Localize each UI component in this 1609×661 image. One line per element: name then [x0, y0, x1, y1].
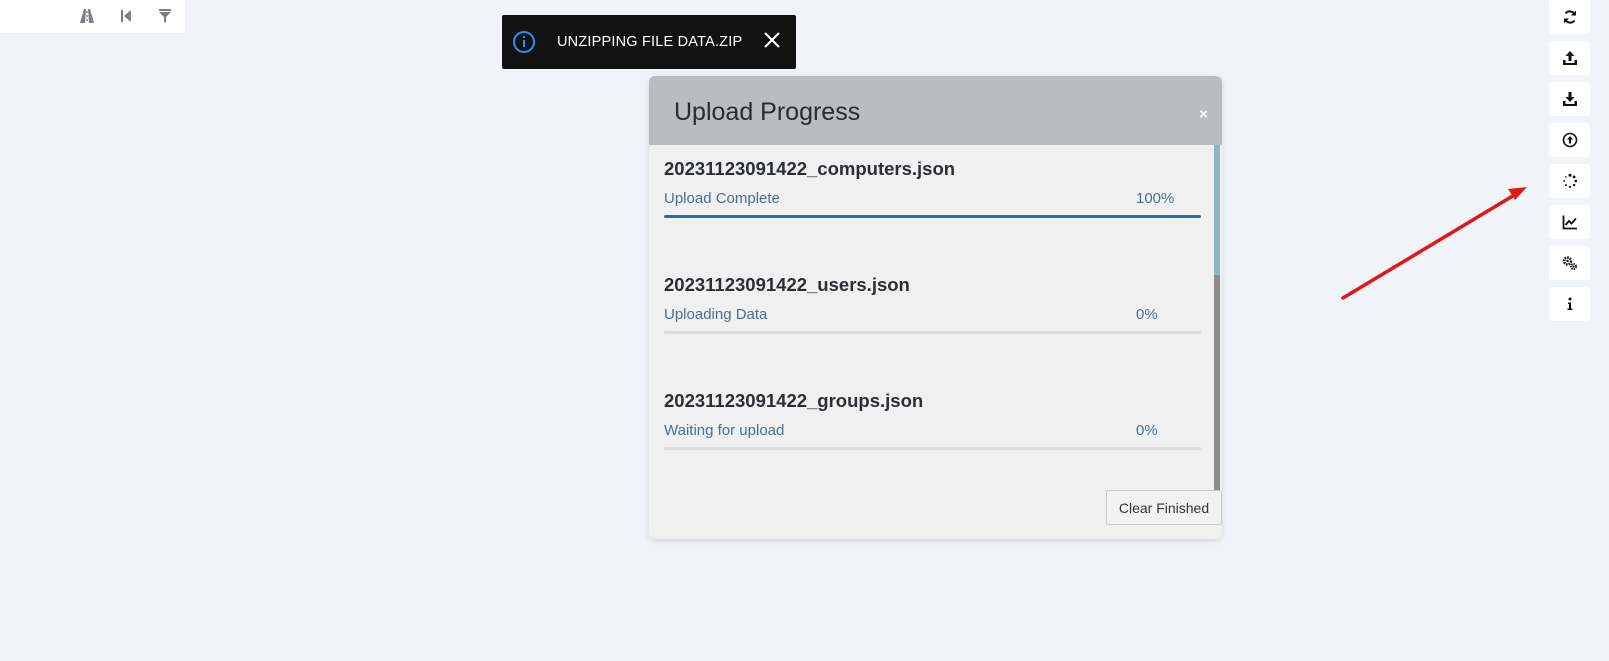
- chart-button[interactable]: [1549, 205, 1590, 239]
- upload-status: Upload Complete: [664, 190, 780, 207]
- progress-bar: [664, 447, 1201, 450]
- close-icon[interactable]: [762, 30, 782, 50]
- upload-percent: 100%: [1136, 190, 1175, 207]
- upload-percent: 0%: [1136, 306, 1158, 323]
- scrollbar-track-highlight: [1214, 145, 1220, 275]
- toast-message: UNZIPPING FILE DATA.ZIP: [557, 34, 743, 50]
- spinner-icon: [1562, 173, 1577, 188]
- info-letter-icon: [1567, 297, 1572, 310]
- scrollbar-thumb[interactable]: [1214, 275, 1220, 493]
- refresh-button[interactable]: [1549, 0, 1590, 34]
- upload-circle-button[interactable]: [1549, 123, 1590, 157]
- upload-icon: [1562, 51, 1577, 65]
- upload-list[interactable]: 20231123091422_computers.json Upload Com…: [649, 145, 1222, 493]
- filter-icon[interactable]: [155, 6, 175, 26]
- settings-gears-icon: [1562, 256, 1577, 271]
- notification-toast: UNZIPPING FILE DATA.ZIP: [502, 15, 796, 69]
- line-chart-icon: [1562, 215, 1577, 230]
- scrollbar[interactable]: [1214, 145, 1220, 493]
- upload-file-name: 20231123091422_users.json: [664, 274, 910, 295]
- upload-file-name: 20231123091422_computers.json: [664, 158, 956, 179]
- progress-bar: [664, 331, 1201, 334]
- upload-percent: 0%: [1136, 422, 1158, 439]
- upload-progress-dialog: Upload Progress × 20231123091422_compute…: [649, 76, 1222, 539]
- refresh-icon: [1563, 10, 1576, 24]
- progress-bar: [664, 215, 1201, 218]
- upload-status: Uploading Data: [664, 306, 768, 323]
- skip-back-icon[interactable]: [116, 6, 136, 26]
- loading-button[interactable]: [1549, 164, 1590, 198]
- circle-arrow-up-icon: [1562, 132, 1577, 148]
- progress-bar-fill: [664, 215, 1201, 218]
- download-icon: [1562, 92, 1577, 106]
- dialog-title: Upload Progress: [674, 98, 861, 126]
- clear-finished-button[interactable]: Clear Finished: [1106, 490, 1222, 525]
- info-button[interactable]: [1549, 287, 1590, 321]
- dialog-header: Upload Progress ×: [649, 76, 1222, 145]
- upload-status: Waiting for upload: [664, 422, 785, 439]
- info-icon: [513, 31, 535, 53]
- settings-button[interactable]: [1549, 246, 1590, 280]
- top-left-toolbar: [0, 0, 185, 33]
- upload-file-name: 20231123091422_groups.json: [664, 390, 924, 411]
- dialog-close-button[interactable]: ×: [1199, 106, 1208, 123]
- upload-button[interactable]: [1549, 41, 1590, 75]
- road-icon[interactable]: [77, 6, 97, 26]
- download-button[interactable]: [1549, 82, 1590, 116]
